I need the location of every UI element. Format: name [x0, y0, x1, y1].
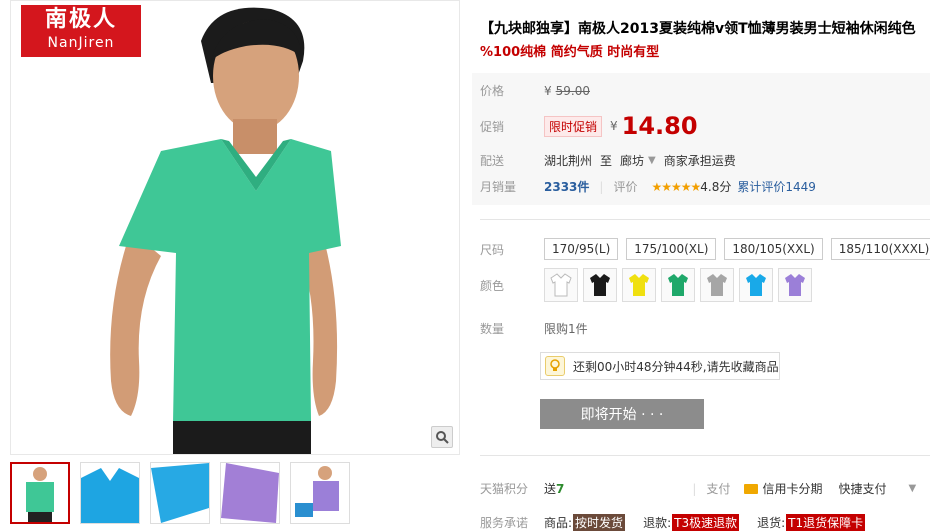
on-time-ship-badge[interactable]: 按时发货 — [573, 514, 626, 531]
section-divider — [480, 219, 930, 220]
color-swatch[interactable] — [700, 268, 734, 302]
price-row: 价格 ¥ 59.00 — [480, 82, 590, 99]
original-price: 59.00 — [555, 83, 590, 98]
sales-count: 2333件 — [544, 180, 590, 194]
shipping-label: 配送 — [480, 154, 505, 168]
product-subtitle: %100纯棉 简约气质 时尚有型 — [480, 45, 660, 60]
service-row: 服务承诺 商品: 按时发货 退款: T3极速退款 退货: T1退货保障卡 — [480, 514, 866, 531]
thumbnail-4[interactable] — [220, 462, 280, 524]
color-swatch[interactable] — [778, 268, 812, 302]
size-option[interactable]: 175/100(XL) — [626, 238, 717, 260]
service-label: 服务承诺 — [480, 516, 529, 530]
product-page: 南极人 NanJiren 【九块邮独享】南极人2013夏装纯棉v领T恤薄男装男士… — [0, 0, 930, 531]
points-value: 7 — [556, 481, 565, 496]
payment-label: 支付 — [706, 482, 731, 496]
sales-label: 月销量 — [480, 180, 517, 194]
thumbnail-2[interactable] — [80, 462, 140, 524]
currency-symbol: ¥ — [544, 83, 552, 98]
chevron-down-icon[interactable]: ▼ — [908, 483, 916, 494]
ship-destination[interactable]: 廊坊 — [620, 152, 644, 169]
color-label: 颜色 — [480, 278, 505, 293]
color-swatch[interactable] — [544, 268, 578, 302]
promo-label: 促销 — [480, 119, 505, 134]
color-swatch[interactable] — [661, 268, 695, 302]
currency-symbol: ¥ — [610, 119, 618, 133]
return-guarantee-badge[interactable]: T1退货保障卡 — [786, 514, 866, 531]
size-option[interactable]: 185/110(XXXL) — [830, 238, 930, 260]
current-price: 14.80 — [621, 112, 698, 140]
size-label: 尺码 — [480, 242, 505, 257]
sales-row: 月销量 2333件 | 评价 ★★★★★ 4.8分 累计评价1449 — [480, 178, 816, 195]
fast-refund-badge[interactable]: T3极速退款 — [672, 514, 740, 531]
thumbnail-5[interactable] — [290, 462, 350, 524]
rating-score: 4.8分 — [700, 180, 732, 194]
shipping-fee-note: 商家承担运费 — [663, 154, 736, 168]
shipping-row: 配送 湖北荆州 至 廊坊 ▼ 商家承担运费 — [480, 152, 736, 169]
credit-card-icon — [744, 483, 759, 494]
star-rating-icon: ★★★★★ — [651, 179, 701, 194]
color-swatches — [544, 268, 817, 302]
size-option[interactable]: 180/105(XXL) — [724, 238, 823, 260]
thumbnail-1[interactable] — [10, 462, 70, 524]
thumbnail-strip — [10, 462, 350, 524]
points-label: 天猫积分 — [480, 482, 529, 496]
points-row: 天猫积分 送 7 | 支付 信用卡分期 快捷支付 ▼ — [480, 480, 916, 497]
divider: | — [692, 481, 697, 496]
chevron-down-icon[interactable]: ▼ — [648, 155, 656, 166]
quantity-row: 数量 限购1件 — [480, 320, 588, 337]
brand-logo-cn: 南极人 — [44, 7, 117, 32]
service-refund: 退款: — [643, 516, 672, 530]
product-title: 【九块邮独享】南极人2013夏装纯棉v领T恤薄男装男士短袖休闲纯色 — [480, 21, 916, 37]
size-option[interactable]: 170/95(L) — [544, 238, 619, 260]
zoom-icon[interactable] — [431, 426, 453, 448]
ship-to-word: 至 — [600, 154, 613, 168]
price-label: 价格 — [480, 84, 505, 98]
color-swatch[interactable] — [583, 268, 617, 302]
size-row: 尺码 170/95(L) 175/100(XL) 180/105(XXL) 18… — [480, 238, 930, 260]
section-divider — [480, 455, 930, 456]
lightbulb-icon — [545, 356, 565, 376]
thumbnail-3[interactable] — [150, 462, 210, 524]
points-send: 送 — [544, 482, 557, 496]
coming-soon-button[interactable]: 即将开始 · · · — [540, 399, 704, 429]
countdown-text: 还剩00小时48分钟44秒,请先收藏商品 — [573, 359, 779, 374]
promo-row: 促销 限时促销 ¥ 14.80 — [480, 112, 698, 140]
ship-from: 湖北荆州 — [544, 154, 593, 168]
quick-pay[interactable]: 快捷支付 — [838, 480, 886, 497]
color-swatch[interactable] — [739, 268, 773, 302]
quantity-limit: 限购1件 — [544, 322, 588, 336]
main-product-image[interactable]: 南极人 NanJiren — [10, 0, 460, 455]
quantity-label: 数量 — [480, 322, 505, 336]
cumulative-reviews-link[interactable]: 累计评价1449 — [737, 178, 816, 195]
color-swatch[interactable] — [622, 268, 656, 302]
service-goods: 商品: — [544, 516, 573, 530]
color-row: 颜色 — [480, 268, 817, 302]
product-gallery: 南极人 NanJiren — [0, 0, 460, 531]
divider: | — [599, 179, 604, 194]
promo-badge: 限时促销 — [544, 115, 603, 137]
model-photo — [110, 7, 341, 454]
countdown-notice: 还剩00小时48分钟44秒,请先收藏商品 — [540, 352, 780, 380]
rating-label: 评价 — [613, 180, 638, 194]
brand-logo: 南极人 NanJiren — [21, 5, 141, 57]
service-return: 退货: — [757, 516, 786, 530]
credit-installment[interactable]: 信用卡分期 — [762, 480, 822, 497]
brand-logo-en: NanJiren — [47, 35, 115, 51]
